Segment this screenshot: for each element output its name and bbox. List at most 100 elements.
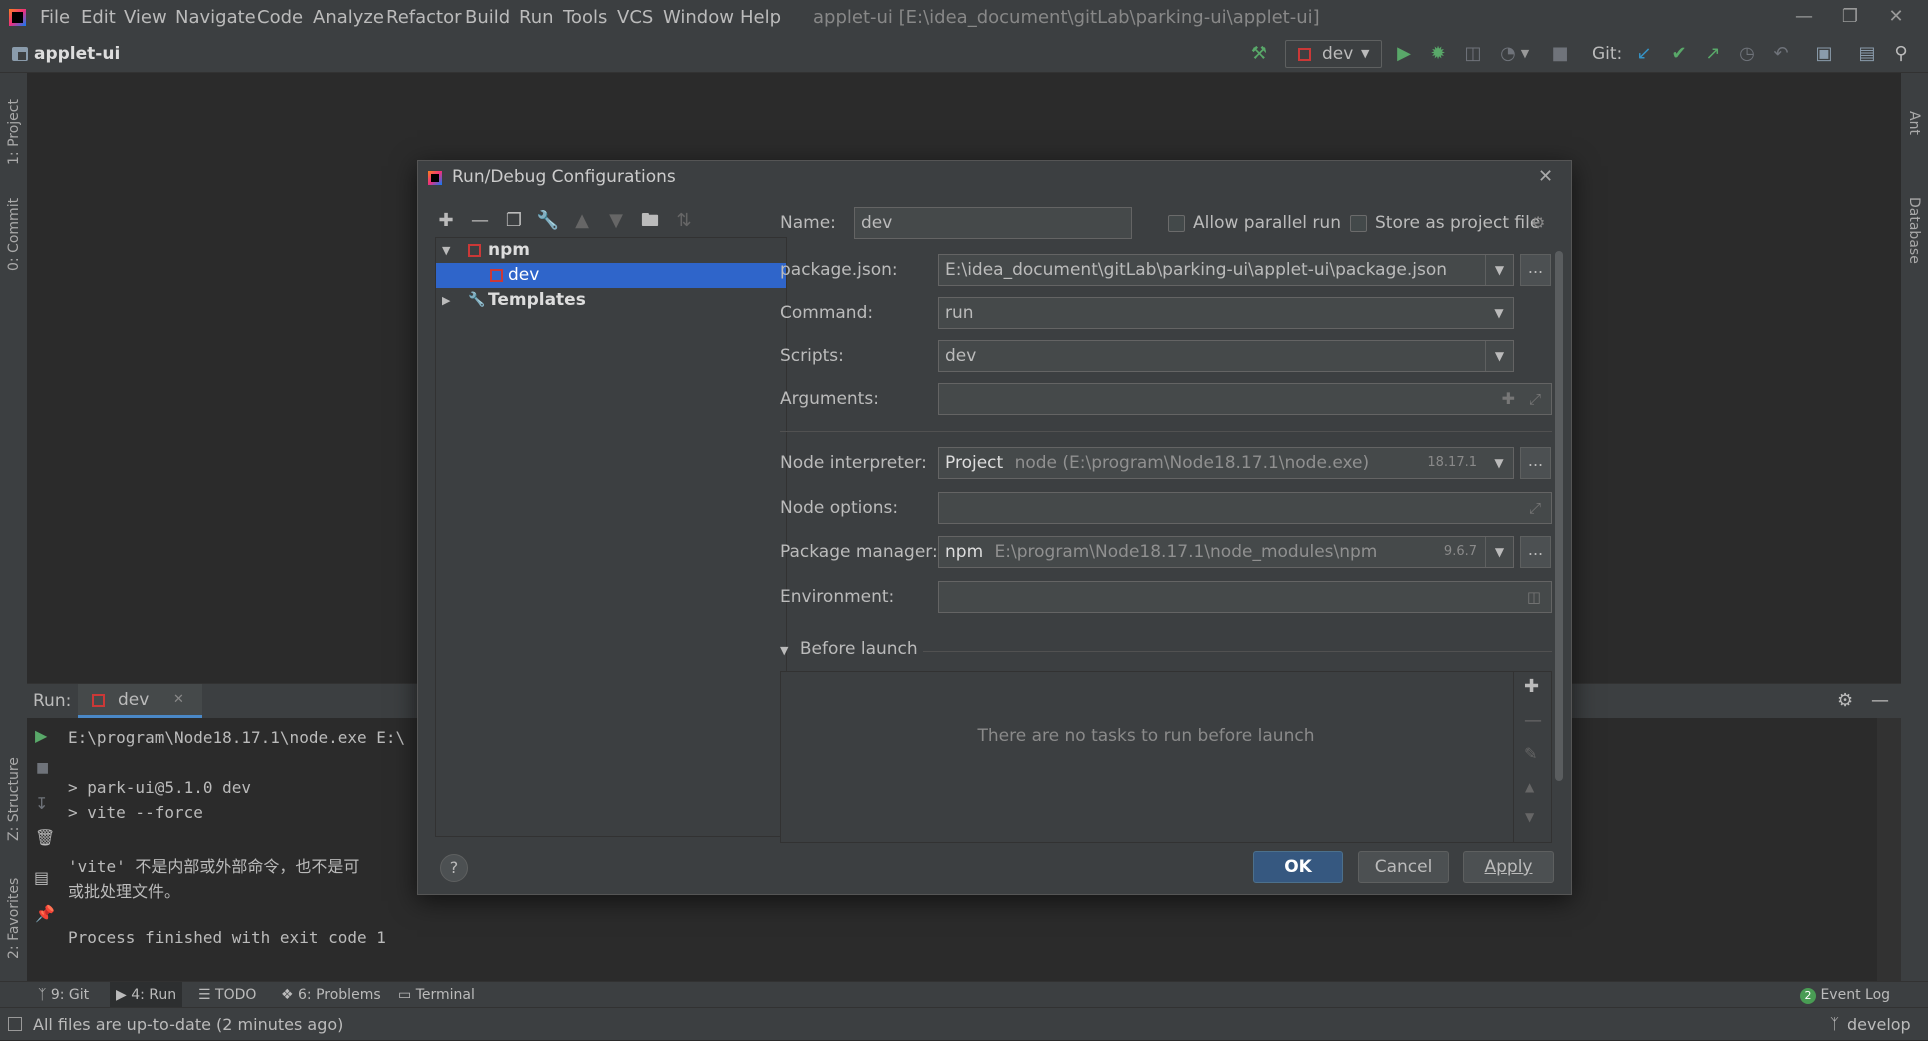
allow-parallel-run-checkbox[interactable] (1168, 215, 1185, 232)
git-branch[interactable]: develop (1847, 1008, 1911, 1041)
tab-database[interactable]: Database (1901, 153, 1928, 264)
close-tab-icon[interactable]: ✕ (173, 684, 184, 716)
tab-ant[interactable]: Ant (1901, 83, 1928, 143)
run-icon[interactable]: ▶ (1390, 35, 1418, 73)
menu-vcs[interactable]: VCS (617, 0, 653, 35)
run-config-selector[interactable]: dev ▼ (1285, 40, 1382, 68)
presentation-icon[interactable]: ▤ (1853, 35, 1881, 73)
add-task-icon[interactable]: ✚ (1524, 676, 1539, 697)
edit-environment-icon[interactable]: ◫ (1527, 582, 1541, 612)
before-launch-list[interactable]: There are no tasks to run before launch … (780, 671, 1552, 843)
edit-task-icon[interactable]: ✎ (1524, 744, 1537, 763)
menu-window[interactable]: Window (663, 0, 734, 35)
help-button[interactable]: ? (440, 854, 468, 882)
remove-icon[interactable]: — (467, 205, 493, 237)
toggle-tool-windows-icon[interactable] (8, 1017, 22, 1031)
menu-run[interactable]: Run (519, 0, 554, 35)
right-tool-strip: Ant Database (1901, 73, 1928, 981)
arguments-input[interactable]: ✚ ⤢ (938, 383, 1552, 415)
environment-input[interactable]: ◫ (938, 581, 1552, 613)
tab-terminal[interactable]: ▭ Terminal (398, 982, 475, 1008)
browse-package-manager-button[interactable]: ... (1520, 536, 1551, 568)
history-icon[interactable]: ◷ (1733, 35, 1761, 73)
environment-label: Environment: (780, 587, 895, 607)
tab-structure[interactable]: Z: Structure (0, 743, 27, 843)
tab-run[interactable]: ▶ 4: Run (110, 982, 183, 1008)
menu-refactor[interactable]: Refactor (386, 0, 462, 35)
wrench-icon[interactable]: 🔧 (535, 205, 561, 237)
git-commit-icon[interactable]: ✔ (1665, 35, 1693, 73)
ok-button[interactable]: OK (1253, 851, 1343, 883)
name-label: Name: (780, 213, 836, 233)
package-json-dropdown[interactable]: E:\idea_document\gitLab\parking-ui\apple… (938, 254, 1514, 286)
command-dropdown[interactable]: run ▼ (938, 297, 1514, 329)
expand-icon[interactable]: ⤢ (1529, 493, 1541, 523)
cancel-button[interactable]: Cancel (1358, 851, 1449, 883)
tree-node-dev[interactable]: dev (436, 263, 786, 288)
git-push-icon[interactable]: ↗ (1699, 35, 1727, 73)
git-update-icon[interactable]: ↙ (1630, 35, 1658, 73)
remove-task-icon[interactable]: — (1524, 710, 1542, 731)
tree-node-npm[interactable]: ▼ npm (436, 238, 786, 263)
add-macro-icon[interactable]: ✚ (1502, 384, 1515, 414)
scripts-dropdown[interactable]: dev ▼ (938, 340, 1514, 372)
expand-icon[interactable]: ⤢ (1529, 384, 1541, 414)
node-interpreter-dropdown[interactable]: Project node (E:\program\Node18.17.1\nod… (938, 447, 1514, 479)
store-as-project-file-checkbox[interactable] (1350, 215, 1367, 232)
tab-commit[interactable]: 0: Commit (0, 183, 27, 273)
gear-icon[interactable]: ⚙ (1531, 207, 1545, 239)
apply-button[interactable]: Apply (1463, 851, 1554, 883)
node-options-input[interactable]: ⤢ (938, 492, 1552, 524)
run-debug-configurations-dialog: Run/Debug Configurations ✕ ✚ — ❐ 🔧 ▲ ▼ 🖿… (417, 160, 1572, 895)
menu-navigate[interactable]: Navigate (175, 0, 256, 35)
tab-project[interactable]: 1: Project (0, 83, 27, 173)
move-down-icon[interactable]: ▼ (1525, 810, 1534, 824)
tab-problems[interactable]: ❖ 6: Problems (281, 982, 381, 1008)
chevron-down-icon[interactable]: ▼ (1518, 35, 1532, 73)
move-up-icon[interactable]: ▲ (1525, 780, 1534, 794)
menu-tools[interactable]: Tools (563, 0, 607, 35)
project-name[interactable]: applet-ui (34, 35, 120, 73)
console-scrollbar[interactable] (1877, 718, 1901, 982)
close-window-icon[interactable]: ✕ (1874, 0, 1918, 35)
tab-run-dev[interactable]: dev ✕ (78, 684, 202, 718)
minimize-panel-icon[interactable]: — (1871, 684, 1889, 718)
menu-help[interactable]: Help (740, 0, 781, 35)
package-manager-dropdown[interactable]: npm E:\program\Node18.17.1\node_modules\… (938, 536, 1514, 568)
tab-event-log[interactable]: 2 Event Log (1800, 982, 1890, 1008)
copy-icon[interactable]: ❐ (501, 205, 527, 237)
new-folder-icon[interactable]: 🖿 (637, 205, 663, 237)
tab-favorites[interactable]: 2: Favorites (0, 863, 27, 963)
menu-edit[interactable]: Edit (81, 0, 116, 35)
build-hammer-icon[interactable]: ⚒ (1245, 35, 1273, 73)
menu-build[interactable]: Build (465, 0, 510, 35)
search-icon[interactable]: ⚲ (1887, 35, 1915, 73)
gear-icon[interactable]: ⚙ (1837, 684, 1853, 718)
maximize-icon[interactable]: ❐ (1828, 0, 1872, 35)
tab-git[interactable]: ᛉ 9: Git (38, 982, 89, 1008)
move-up-icon[interactable]: ▲ (569, 205, 595, 237)
name-input[interactable]: dev (854, 207, 1132, 239)
browse-package-json-button[interactable]: ... (1520, 254, 1551, 286)
tree-node-templates[interactable]: ▶ 🔧 Templates (436, 288, 786, 313)
menu-code[interactable]: Code (257, 0, 303, 35)
minimize-icon[interactable]: — (1782, 0, 1826, 35)
close-icon[interactable]: ✕ (1538, 161, 1553, 193)
add-icon[interactable]: ✚ (433, 205, 459, 237)
scrollbar-thumb[interactable] (1555, 251, 1563, 781)
project-structure-icon[interactable]: ▣ (1810, 35, 1838, 73)
move-down-icon[interactable]: ▼ (603, 205, 629, 237)
console-line: E:\program\Node18.17.1\node.exe E:\ (68, 728, 406, 747)
debug-icon[interactable]: ✹ (1424, 35, 1452, 73)
menu-analyze[interactable]: Analyze (313, 0, 384, 35)
menu-file[interactable]: File (40, 0, 70, 35)
before-launch-toggle[interactable]: ▼ Before launch (780, 639, 918, 665)
browse-node-interpreter-button[interactable]: ... (1520, 447, 1551, 479)
menu-view[interactable]: View (124, 0, 167, 35)
form-scrollbar[interactable] (1552, 251, 1566, 781)
coverage-icon[interactable]: ◫ (1459, 35, 1487, 73)
tab-todo[interactable]: ☰ TODO (198, 982, 256, 1008)
stop-icon[interactable]: ■ (1546, 35, 1574, 73)
sort-icon[interactable]: ⇅ (671, 205, 697, 237)
rollback-icon[interactable]: ↶ (1767, 35, 1795, 73)
